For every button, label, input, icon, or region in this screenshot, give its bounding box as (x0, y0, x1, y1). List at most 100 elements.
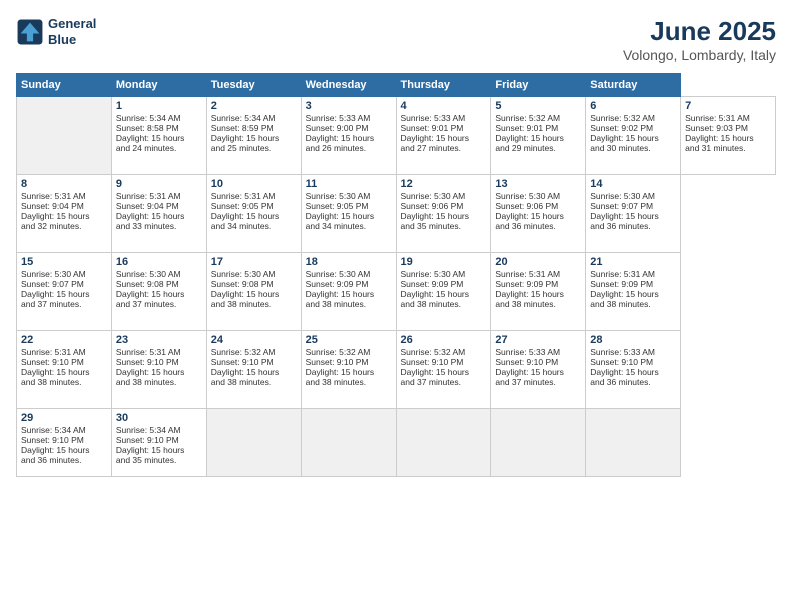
week-row-2: 8Sunrise: 5:31 AMSunset: 9:04 PMDaylight… (17, 175, 776, 253)
daylight-line1: Daylight: 15 hours (495, 289, 564, 299)
day-number: 22 (21, 334, 107, 346)
sunset-line: Sunset: 9:07 PM (590, 201, 653, 211)
daylight-line2: and 36 minutes. (590, 221, 650, 231)
header-cell-friday: Friday (491, 74, 586, 97)
sunrise-line: Sunrise: 5:32 AM (590, 113, 655, 123)
daylight-line2: and 35 minutes. (401, 221, 461, 231)
main-title: June 2025 (623, 16, 776, 47)
day-number: 7 (685, 100, 771, 112)
day-number: 5 (495, 100, 581, 112)
daylight-line1: Daylight: 15 hours (590, 211, 659, 221)
daylight-line1: Daylight: 15 hours (116, 211, 185, 221)
daylight-line1: Daylight: 15 hours (21, 211, 90, 221)
day-number: 6 (590, 100, 676, 112)
daylight-line2: and 36 minutes. (21, 455, 81, 465)
sunset-line: Sunset: 9:10 PM (116, 435, 179, 445)
daylight-line1: Daylight: 15 hours (21, 289, 90, 299)
day-cell-8: 8Sunrise: 5:31 AMSunset: 9:04 PMDaylight… (17, 175, 112, 253)
calendar-table: SundayMondayTuesdayWednesdayThursdayFrid… (16, 73, 776, 477)
empty-cell (17, 97, 112, 175)
sunrise-line: Sunrise: 5:31 AM (116, 191, 181, 201)
day-cell-18: 18Sunrise: 5:30 AMSunset: 9:09 PMDayligh… (301, 253, 396, 331)
sunset-line: Sunset: 9:07 PM (21, 279, 84, 289)
daylight-line1: Daylight: 15 hours (211, 289, 280, 299)
day-cell-23: 23Sunrise: 5:31 AMSunset: 9:10 PMDayligh… (111, 331, 206, 409)
day-cell-25: 25Sunrise: 5:32 AMSunset: 9:10 PMDayligh… (301, 331, 396, 409)
week-row-5: 29Sunrise: 5:34 AMSunset: 9:10 PMDayligh… (17, 409, 776, 477)
day-cell-26: 26Sunrise: 5:32 AMSunset: 9:10 PMDayligh… (396, 331, 491, 409)
daylight-line1: Daylight: 15 hours (306, 367, 375, 377)
sunrise-line: Sunrise: 5:34 AM (116, 425, 181, 435)
daylight-line2: and 38 minutes. (401, 299, 461, 309)
sunset-line: Sunset: 9:09 PM (495, 279, 558, 289)
page: General Blue June 2025 Volongo, Lombardy… (0, 0, 792, 612)
day-cell-24: 24Sunrise: 5:32 AMSunset: 9:10 PMDayligh… (206, 331, 301, 409)
daylight-line2: and 33 minutes. (116, 221, 176, 231)
sunset-line: Sunset: 9:05 PM (211, 201, 274, 211)
subtitle: Volongo, Lombardy, Italy (623, 47, 776, 63)
sunrise-line: Sunrise: 5:30 AM (21, 269, 86, 279)
daylight-line2: and 35 minutes. (116, 455, 176, 465)
daylight-line2: and 38 minutes. (306, 377, 366, 387)
daylight-line1: Daylight: 15 hours (116, 289, 185, 299)
sunrise-line: Sunrise: 5:30 AM (495, 191, 560, 201)
day-cell-11: 11Sunrise: 5:30 AMSunset: 9:05 PMDayligh… (301, 175, 396, 253)
day-number: 27 (495, 334, 581, 346)
empty-cell (206, 409, 301, 477)
daylight-line2: and 29 minutes. (495, 143, 555, 153)
day-number: 21 (590, 256, 676, 268)
day-number: 13 (495, 178, 581, 190)
sunset-line: Sunset: 9:10 PM (21, 435, 84, 445)
day-number: 17 (211, 256, 297, 268)
day-number: 15 (21, 256, 107, 268)
sunrise-line: Sunrise: 5:30 AM (306, 269, 371, 279)
daylight-line2: and 26 minutes. (306, 143, 366, 153)
sunrise-line: Sunrise: 5:32 AM (306, 347, 371, 357)
sunset-line: Sunset: 8:58 PM (116, 123, 179, 133)
header-cell-tuesday: Tuesday (206, 74, 301, 97)
day-cell-21: 21Sunrise: 5:31 AMSunset: 9:09 PMDayligh… (586, 253, 681, 331)
sunrise-line: Sunrise: 5:31 AM (685, 113, 750, 123)
daylight-line2: and 38 minutes. (21, 377, 81, 387)
sunrise-line: Sunrise: 5:32 AM (211, 347, 276, 357)
day-number: 19 (401, 256, 487, 268)
day-number: 30 (116, 412, 202, 424)
day-cell-12: 12Sunrise: 5:30 AMSunset: 9:06 PMDayligh… (396, 175, 491, 253)
daylight-line2: and 38 minutes. (116, 377, 176, 387)
day-number: 29 (21, 412, 107, 424)
daylight-line2: and 24 minutes. (116, 143, 176, 153)
sunrise-line: Sunrise: 5:33 AM (401, 113, 466, 123)
sunset-line: Sunset: 9:10 PM (116, 357, 179, 367)
day-cell-27: 27Sunrise: 5:33 AMSunset: 9:10 PMDayligh… (491, 331, 586, 409)
daylight-line2: and 36 minutes. (590, 377, 650, 387)
daylight-line2: and 27 minutes. (401, 143, 461, 153)
day-number: 1 (116, 100, 202, 112)
daylight-line2: and 34 minutes. (306, 221, 366, 231)
day-number: 8 (21, 178, 107, 190)
sunrise-line: Sunrise: 5:33 AM (306, 113, 371, 123)
sunset-line: Sunset: 9:04 PM (21, 201, 84, 211)
daylight-line1: Daylight: 15 hours (211, 367, 280, 377)
general-blue-icon (16, 18, 44, 46)
day-number: 28 (590, 334, 676, 346)
day-number: 20 (495, 256, 581, 268)
sunset-line: Sunset: 9:10 PM (401, 357, 464, 367)
daylight-line2: and 38 minutes. (306, 299, 366, 309)
sunset-line: Sunset: 9:10 PM (306, 357, 369, 367)
header-cell-thursday: Thursday (396, 74, 491, 97)
sunrise-line: Sunrise: 5:31 AM (211, 191, 276, 201)
daylight-line1: Daylight: 15 hours (401, 133, 470, 143)
day-number: 9 (116, 178, 202, 190)
day-cell-28: 28Sunrise: 5:33 AMSunset: 9:10 PMDayligh… (586, 331, 681, 409)
sunrise-line: Sunrise: 5:31 AM (21, 347, 86, 357)
day-cell-10: 10Sunrise: 5:31 AMSunset: 9:05 PMDayligh… (206, 175, 301, 253)
day-cell-3: 3Sunrise: 5:33 AMSunset: 9:00 PMDaylight… (301, 97, 396, 175)
daylight-line1: Daylight: 15 hours (21, 367, 90, 377)
sunrise-line: Sunrise: 5:30 AM (401, 191, 466, 201)
sunset-line: Sunset: 8:59 PM (211, 123, 274, 133)
day-number: 2 (211, 100, 297, 112)
day-cell-6: 6Sunrise: 5:32 AMSunset: 9:02 PMDaylight… (586, 97, 681, 175)
daylight-line1: Daylight: 15 hours (116, 367, 185, 377)
day-number: 14 (590, 178, 676, 190)
daylight-line2: and 36 minutes. (495, 221, 555, 231)
